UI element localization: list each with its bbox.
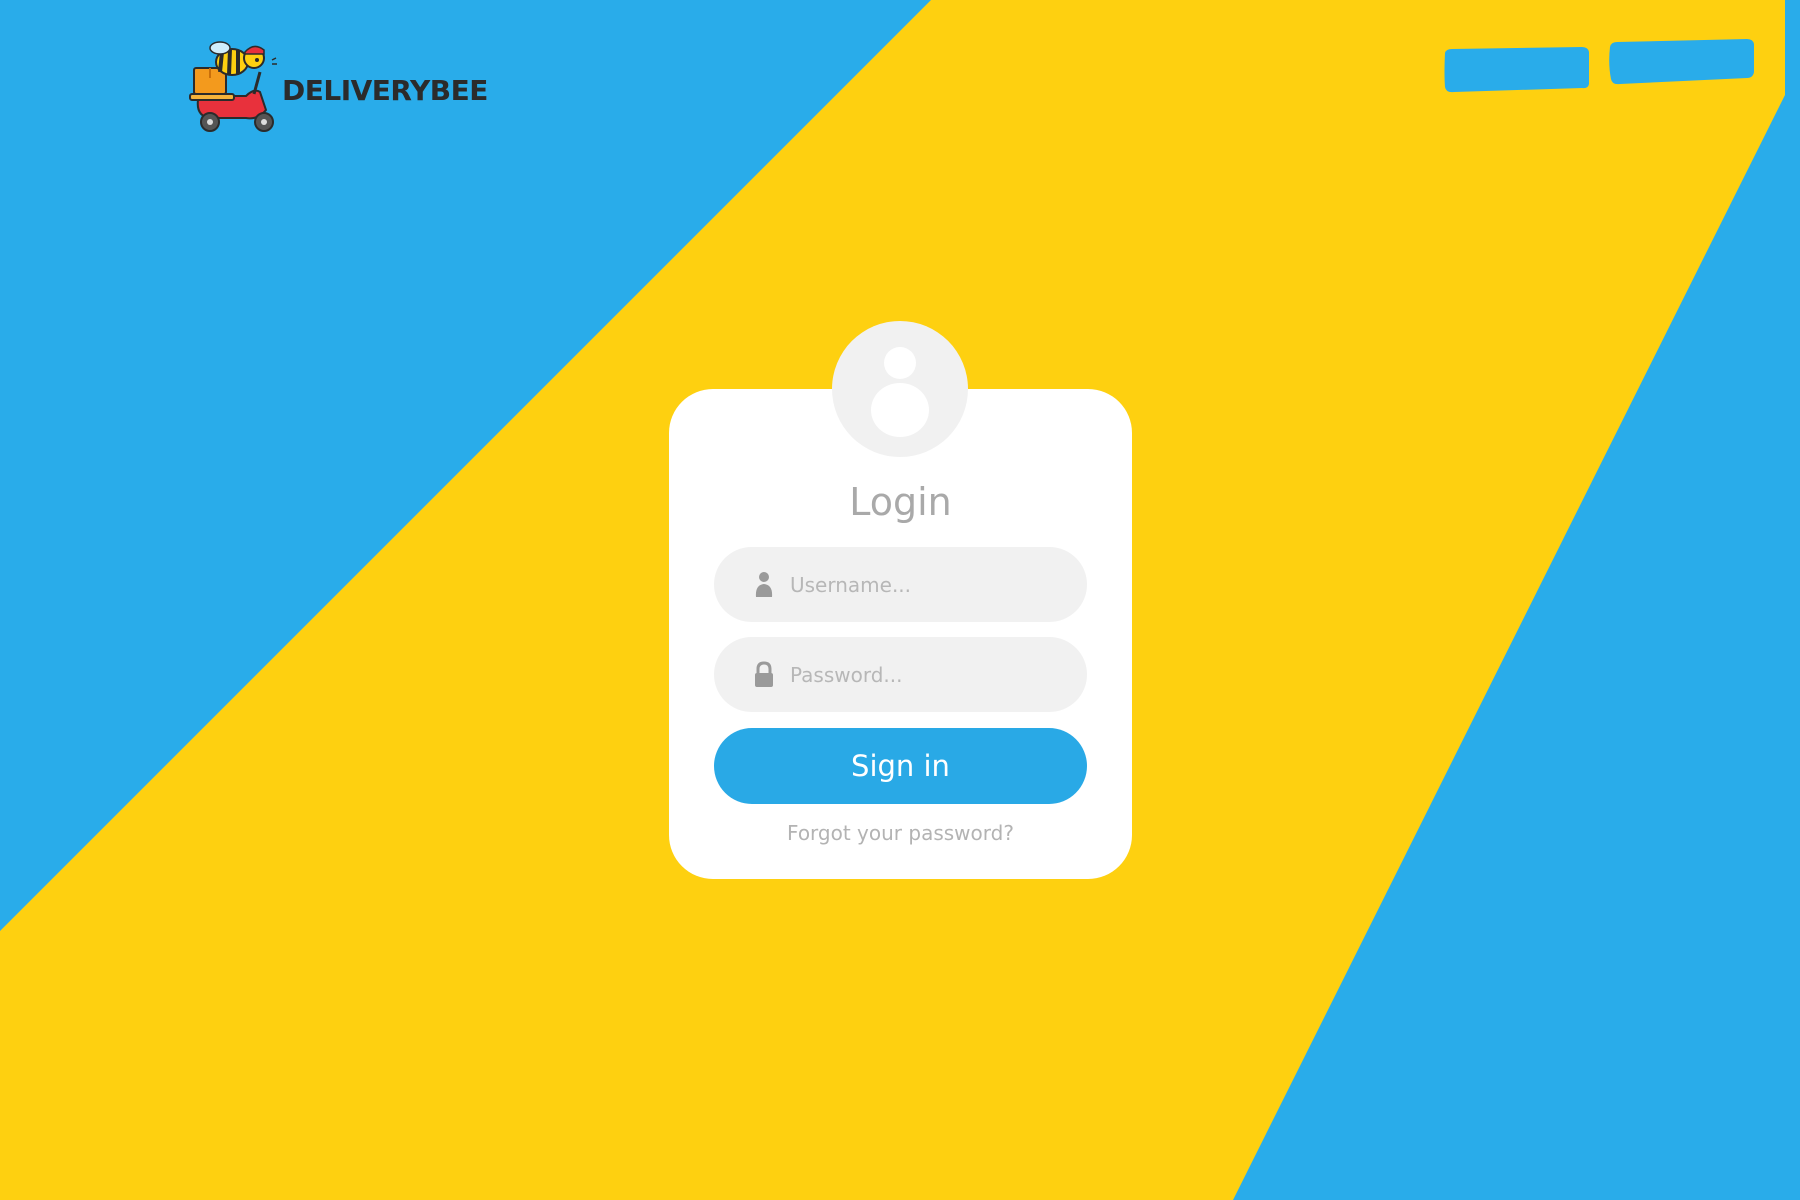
nav-button-2[interactable] (1606, 36, 1756, 88)
login-card (669, 389, 1132, 879)
brand-name: DELIVERYBEE (282, 73, 488, 107)
user-icon (752, 571, 776, 599)
forgot-password-link[interactable]: Forgot your password? (669, 818, 1132, 848)
login-title: Login (849, 480, 952, 524)
avatar (832, 321, 968, 457)
lock-icon (752, 660, 776, 689)
bee-on-scooter-icon (189, 41, 277, 132)
brand-logo[interactable]: DELIVERYBEE (188, 38, 488, 134)
nav-button-1[interactable] (1442, 44, 1592, 96)
sign-in-button[interactable]: Sign in (714, 728, 1087, 804)
password-input[interactable] (790, 654, 1060, 695)
login-page: DELIVERYBEE Login S (0, 0, 1800, 1200)
user-icon (871, 347, 929, 437)
username-field[interactable] (714, 547, 1087, 622)
username-input[interactable] (790, 564, 1060, 605)
password-field[interactable] (714, 637, 1087, 712)
